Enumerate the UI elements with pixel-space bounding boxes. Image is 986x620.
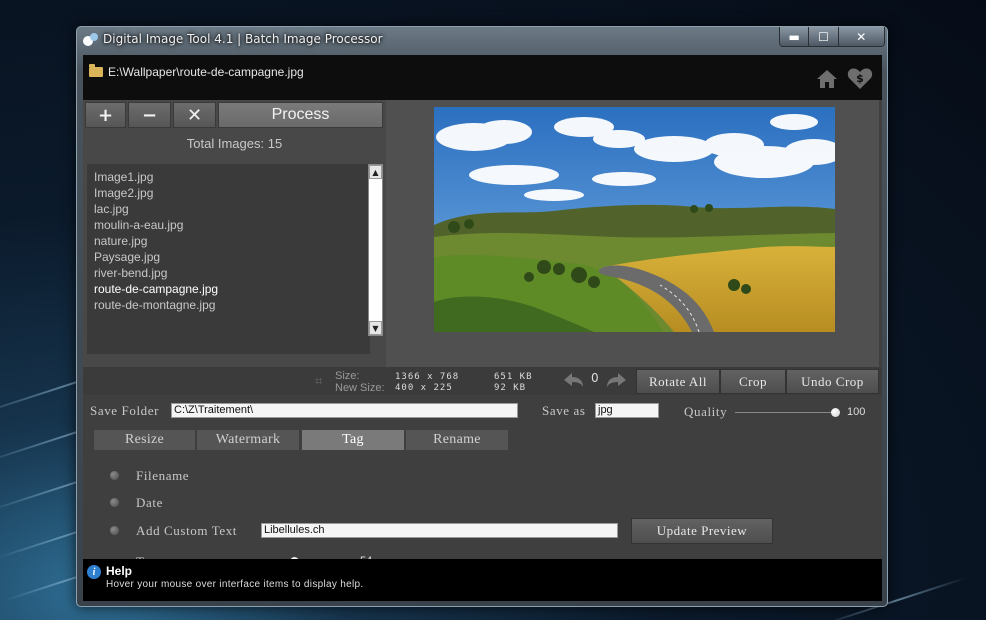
original-dimensions: 1366 x 768: [395, 372, 460, 382]
preview-panel: [386, 100, 879, 367]
crop-icon: ⌗: [315, 374, 323, 389]
add-images-button[interactable]: +: [85, 102, 126, 128]
save-folder-label: Save Folder: [90, 403, 160, 418]
app-window: Digital Image Tool 4.1 | Batch Image Pro…: [76, 26, 888, 607]
file-panel: + − ✕ Process Total Images: 15 Image1.jp…: [83, 100, 386, 367]
quality-slider-thumb[interactable]: [830, 408, 840, 417]
list-item[interactable]: moulin-a-eau.jpg: [94, 217, 370, 233]
undo-crop-button[interactable]: Undo Crop: [786, 369, 879, 394]
scroll-down-button[interactable]: ▼: [369, 321, 382, 335]
list-item[interactable]: nature.jpg: [94, 233, 370, 249]
tab-resize[interactable]: Resize: [94, 430, 195, 450]
list-item[interactable]: Image2.jpg: [94, 185, 370, 201]
preview-image: [434, 107, 835, 332]
maximize-button[interactable]: ☐: [809, 27, 839, 46]
tab-watermark[interactable]: Watermark: [197, 430, 299, 450]
list-item[interactable]: Paysage.jpg: [94, 249, 370, 265]
list-item[interactable]: lac.jpg: [94, 201, 370, 217]
new-dimensions: 400 x 225: [395, 383, 453, 393]
clear-list-button[interactable]: ✕: [173, 102, 216, 128]
rotate-right-icon[interactable]: [605, 372, 627, 390]
help-title: Help: [106, 564, 133, 578]
list-item[interactable]: Image1.jpg: [94, 169, 370, 185]
custom-text-label: Add Custom Text: [136, 523, 238, 538]
rotate-all-button[interactable]: Rotate All: [636, 369, 720, 394]
info-icon: i: [87, 565, 101, 579]
list-item[interactable]: route-de-campagne.jpg: [94, 281, 370, 297]
new-file-size: 92 KB: [494, 383, 527, 393]
close-button[interactable]: ✕: [838, 27, 884, 46]
original-file-size: 651 KB: [494, 372, 533, 382]
save-options-bar: Save Folder C:\Z\Traitement\ Save as jpg…: [83, 395, 882, 427]
scroll-thumb[interactable]: [369, 179, 382, 301]
remove-image-button[interactable]: −: [128, 102, 171, 128]
date-radio[interactable]: [110, 498, 119, 507]
window-controls: ▬ ☐ ✕: [779, 27, 885, 47]
window-title: Digital Image Tool 4.1 | Batch Image Pro…: [103, 32, 383, 46]
tab-tag[interactable]: Tag: [302, 430, 404, 450]
quality-value: 100: [847, 406, 866, 418]
quality-label: Quality: [684, 404, 728, 419]
process-button[interactable]: Process: [218, 102, 383, 128]
app-logo-icon: [83, 33, 99, 47]
custom-text-input[interactable]: Libellules.ch: [261, 523, 618, 538]
size-label: Size:: [335, 370, 360, 382]
filename-option-label: Filename: [136, 468, 190, 483]
home-icon[interactable]: [815, 67, 839, 91]
new-size-label: New Size:: [335, 382, 385, 394]
file-list[interactable]: Image1.jpg Image2.jpg lac.jpg moulin-a-eau.…: [87, 164, 370, 354]
custom-text-radio[interactable]: [110, 526, 119, 535]
rotation-count: 0: [591, 371, 599, 385]
folder-icon[interactable]: [89, 64, 103, 77]
help-bar: i Help Hover your mouse over interface i…: [83, 559, 882, 601]
list-item[interactable]: route-de-montagne.jpg: [94, 297, 370, 313]
update-preview-button[interactable]: Update Preview: [631, 518, 773, 544]
total-images-label: Total Images: 15: [186, 136, 283, 151]
svg-text:$: $: [856, 72, 864, 85]
current-file-path: E:\Wallpaper\route-de-campagne.jpg: [108, 65, 304, 79]
minimize-button[interactable]: ▬: [780, 27, 810, 46]
tab-bar: Resize Watermark Tag Rename: [83, 427, 882, 453]
donate-icon[interactable]: $: [847, 65, 873, 91]
rotate-left-icon[interactable]: [563, 372, 585, 390]
save-folder-input[interactable]: C:\Z\Traitement\: [171, 403, 518, 418]
scroll-up-button[interactable]: ▲: [369, 165, 382, 179]
save-as-input[interactable]: jpg: [595, 403, 659, 418]
file-list-scrollbar[interactable]: ▲ ▼: [368, 164, 383, 336]
quality-slider[interactable]: [735, 412, 835, 413]
size-toolbar: ⌗ Size: New Size: 1366 x 768 651 KB 400 …: [83, 367, 882, 395]
filename-radio[interactable]: [110, 471, 119, 480]
client-area: E:\Wallpaper\route-de-campagne.jpg $ + −…: [83, 55, 882, 601]
help-text: Hover your mouse over interface items to…: [106, 579, 364, 590]
title-bar[interactable]: Digital Image Tool 4.1 | Batch Image Pro…: [77, 27, 887, 53]
crop-button[interactable]: Crop: [720, 369, 786, 394]
list-item[interactable]: river-bend.jpg: [94, 265, 370, 281]
date-option-label: Date: [136, 495, 163, 510]
tab-rename[interactable]: Rename: [406, 430, 508, 450]
save-as-label: Save as: [542, 403, 586, 418]
path-bar: E:\Wallpaper\route-de-campagne.jpg $: [83, 55, 882, 100]
